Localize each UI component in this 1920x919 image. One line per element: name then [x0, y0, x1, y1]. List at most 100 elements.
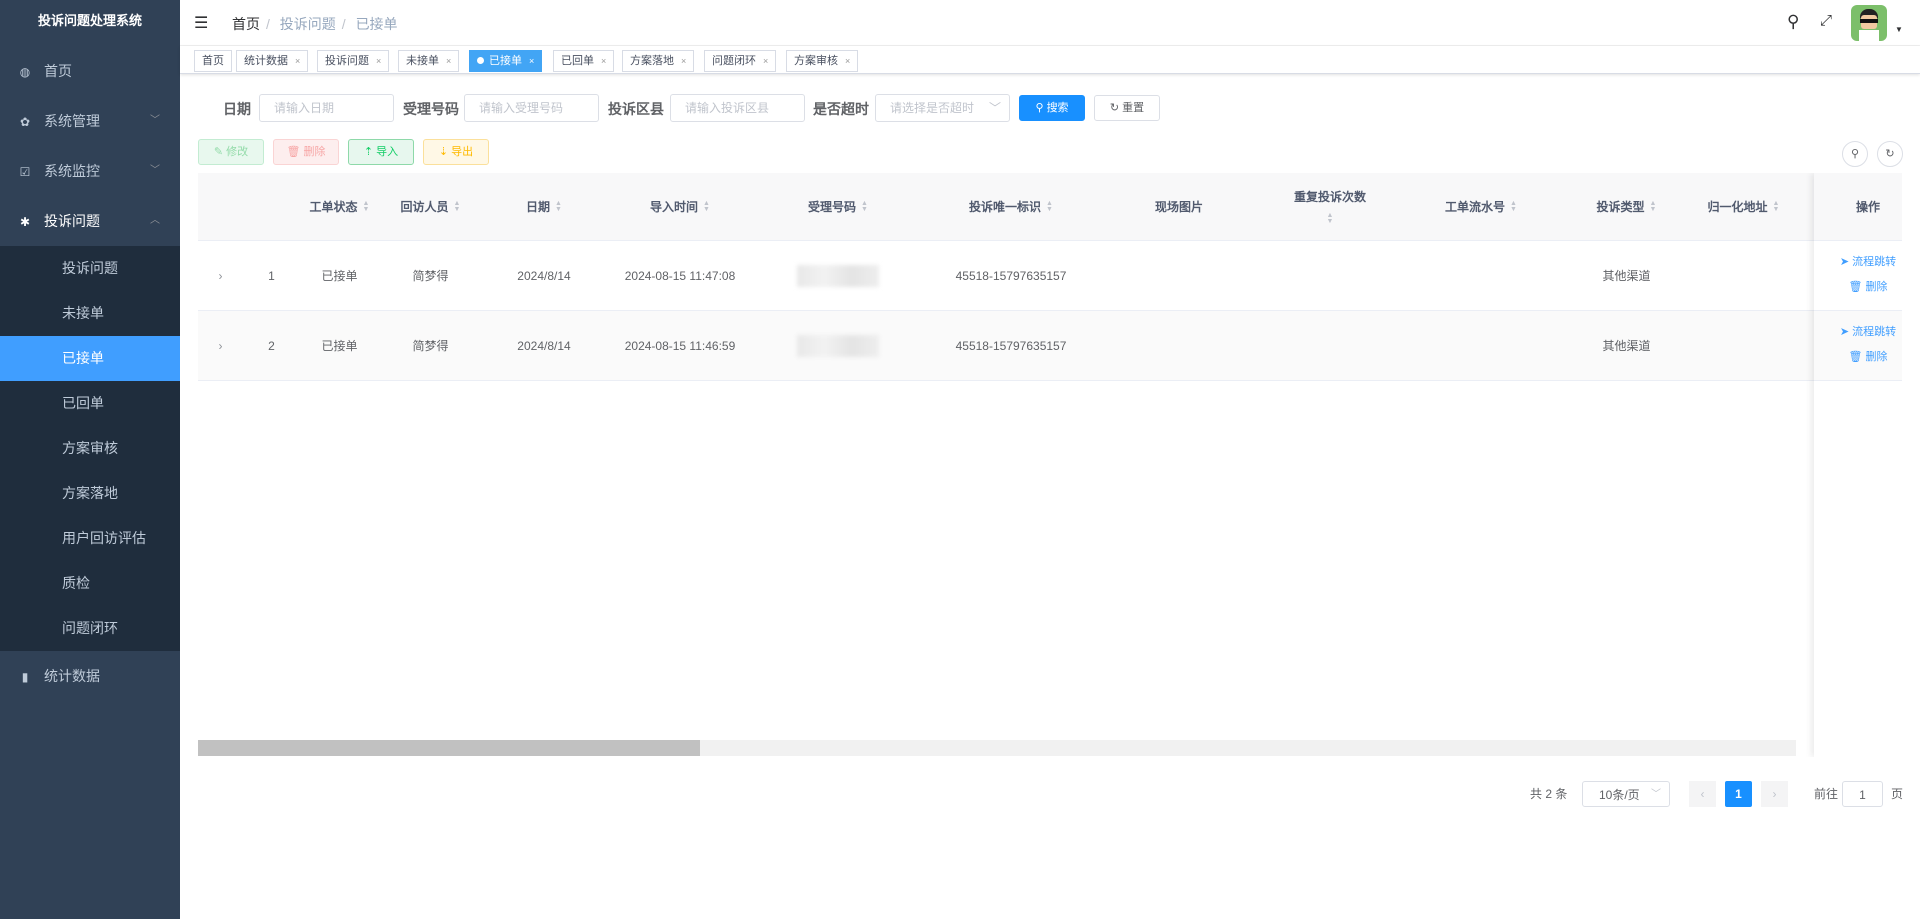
tag[interactable]: 未接单 ×	[398, 50, 460, 72]
col-header[interactable]: 重复投诉次数 ▲ ▼	[1258, 173, 1402, 240]
gear-icon: ✿	[19, 115, 31, 129]
expand-icon[interactable]: ›	[198, 311, 243, 380]
chevron-down-icon: ﹀	[1651, 789, 1661, 800]
col-header[interactable]: 回访人员 ▲ ▼	[379, 173, 482, 240]
caret-down-icon[interactable]: ▼	[1895, 25, 1903, 34]
delete-link[interactable]: 🗑 删除	[1814, 278, 1902, 294]
sidebar-item-stats[interactable]: ▮ 统计数据	[0, 651, 180, 701]
hamburger-icon[interactable]: ☰	[194, 13, 208, 33]
tag[interactable]: 问题闭环 ×	[704, 50, 777, 72]
navbar: ☰ 首页 / 投诉问题 / 已接单 ⚲ ⤢ ▼	[180, 0, 1920, 46]
col-header[interactable]: 导入时间 ▲ ▼	[606, 173, 754, 240]
chevron-down-icon: ﹀	[988, 101, 1001, 115]
sidebar-item-label: 系统监控	[44, 163, 100, 179]
main: ☰ 首页 / 投诉问题 / 已接单 ⚲ ⤢ ▼ 首页 统计数据 × 投诉问题 × 未接单…	[180, 0, 1920, 919]
delete-link[interactable]: 🗑 删除	[1814, 348, 1902, 364]
close-icon: ×	[763, 56, 769, 66]
monitor-icon: ☑	[19, 165, 31, 179]
tag-home[interactable]: 首页	[194, 50, 232, 72]
edit-icon: ✎	[213, 146, 224, 158]
sidebar-item-label: 系统管理	[44, 113, 100, 129]
sidebar-subitem-active[interactable]: 已接单	[0, 336, 180, 381]
district-input[interactable]: 请输入投诉区县	[670, 94, 805, 122]
close-icon: ×	[681, 56, 687, 66]
breadcrumb: 首页 / 投诉问题 / 已接单	[232, 16, 398, 32]
redacted-accept-number	[797, 334, 879, 357]
col-header[interactable]: 受理号码 ▲ ▼	[754, 173, 922, 240]
sidebar-subitem[interactable]: 投诉问题	[0, 246, 180, 291]
sort-icon: ▲ ▼	[703, 199, 710, 213]
close-icon: ×	[601, 56, 607, 66]
reset-button[interactable]: ↻ 重置	[1094, 95, 1160, 121]
next-page-button[interactable]: ›	[1761, 781, 1788, 807]
sidebar-subitem[interactable]: 已回单	[0, 381, 180, 426]
sidebar-item-monitor[interactable]: ☑ 系统监控 ﹀	[0, 146, 180, 196]
edit-button[interactable]: ✎ 修改	[198, 139, 264, 165]
close-icon: ×	[376, 56, 382, 66]
trash-icon: 🗑	[1848, 351, 1863, 363]
fixed-action-column: 操作 ➤ 流程跳转 🗑 删除 ➤ 流程跳转 🗑 删除	[1814, 173, 1902, 757]
sidebar-subitem[interactable]: 质检	[0, 561, 180, 606]
col-header[interactable]: 归一化地址 ▲ ▼	[1693, 173, 1794, 240]
page-size-select[interactable]: 10条/页 ﹀	[1582, 781, 1670, 807]
send-icon: ➤	[1839, 256, 1850, 268]
sort-icon: ▲ ▼	[555, 199, 562, 213]
fullscreen-icon[interactable]: ⤢	[1820, 12, 1832, 29]
import-button[interactable]: ⇡ 导入	[348, 139, 414, 165]
sidebar-subitem[interactable]: 用户回访评估	[0, 516, 180, 561]
tag[interactable]: 投诉问题 ×	[317, 50, 390, 72]
flow-jump-link[interactable]: ➤ 流程跳转	[1814, 323, 1902, 339]
bug-icon: ✱	[19, 215, 31, 229]
total-count: 共 2 条	[1530, 787, 1568, 801]
search-icon[interactable]: ⚲	[1787, 12, 1799, 32]
col-header[interactable]: 投诉类型 ▲ ▼	[1560, 173, 1693, 240]
col-header[interactable]: 投诉唯一标识 ▲ ▼	[922, 173, 1100, 240]
accept-number-label: 受理号码	[403, 101, 459, 117]
tag[interactable]: 已回单 ×	[553, 50, 615, 72]
breadcrumb-item[interactable]: 首页	[232, 16, 260, 32]
refresh-button[interactable]: ↻	[1877, 141, 1903, 167]
sidebar-item-system[interactable]: ✿ 系统管理 ﹀	[0, 96, 180, 146]
tag[interactable]: 方案审核 ×	[786, 50, 859, 72]
flow-jump-link[interactable]: ➤ 流程跳转	[1814, 253, 1902, 269]
tag-active[interactable]: 已接单 ×	[469, 50, 543, 72]
sidebar-subitem[interactable]: 方案落地	[0, 471, 180, 516]
scrollbar-thumb[interactable]	[198, 740, 700, 756]
chevron-down-icon: ﹀	[150, 115, 160, 126]
col-header[interactable]: 工单流水号 ▲ ▼	[1402, 173, 1560, 240]
horizontal-scrollbar[interactable]	[198, 740, 1796, 756]
upload-icon: ⇡	[363, 146, 374, 158]
sort-icon: ▲ ▼	[362, 199, 370, 213]
sort-icon: ▲ ▼	[1326, 212, 1334, 225]
tag[interactable]: 方案落地 ×	[622, 50, 695, 72]
district-label: 投诉区县	[608, 101, 664, 117]
sidebar: 投诉问题处理系统 ◍ 首页 ✿ 系统管理 ﹀ ☑ 系统监控 ﹀ ✱ 投诉问题 ︿ 投诉问题 未…	[0, 0, 180, 919]
trash-icon: 🗑	[286, 146, 301, 158]
delete-button[interactable]: 🗑 删除	[273, 139, 339, 165]
date-label: 日期	[223, 101, 251, 117]
sidebar-subitem[interactable]: 未接单	[0, 291, 180, 336]
date-input[interactable]: 请输入日期	[259, 94, 394, 122]
search-button[interactable]: ⚲ 搜索	[1019, 95, 1085, 121]
table-row[interactable]: › 1 已接单 简梦得 2024/8/14 2024-08-15 11:47:0…	[198, 241, 1902, 311]
sidebar-item-complaints[interactable]: ✱ 投诉问题 ︿	[0, 196, 180, 246]
timeout-select[interactable]: 请选择是否超时 ﹀	[875, 94, 1010, 122]
sidebar-subitem[interactable]: 方案审核	[0, 426, 180, 471]
table-row[interactable]: › 2 已接单 简梦得 2024/8/14 2024-08-15 11:46:5…	[198, 311, 1902, 381]
prev-page-button[interactable]: ‹	[1689, 781, 1716, 807]
sidebar-item-home[interactable]: ◍ 首页	[0, 46, 180, 96]
expand-icon[interactable]: ›	[198, 241, 243, 310]
sidebar-subitem[interactable]: 问题闭环	[0, 606, 180, 651]
sort-icon: ▲ ▼	[453, 199, 461, 213]
goto-page-input[interactable]: 1	[1842, 781, 1883, 807]
tag[interactable]: 统计数据 ×	[236, 50, 309, 72]
accept-number-input[interactable]: 请输入受理号码	[464, 94, 599, 122]
breadcrumb-item[interactable]: 投诉问题	[280, 16, 336, 32]
dashboard-icon: ◍	[19, 65, 31, 79]
export-button[interactable]: ⇣ 导出	[423, 139, 489, 165]
toggle-search-button[interactable]: ⚲	[1842, 141, 1868, 167]
page-1[interactable]: 1	[1725, 781, 1752, 807]
col-header[interactable]: 日期 ▲ ▼	[482, 173, 606, 240]
avatar[interactable]	[1851, 5, 1887, 41]
col-header[interactable]: 工单状态 ▲ ▼	[300, 173, 379, 240]
